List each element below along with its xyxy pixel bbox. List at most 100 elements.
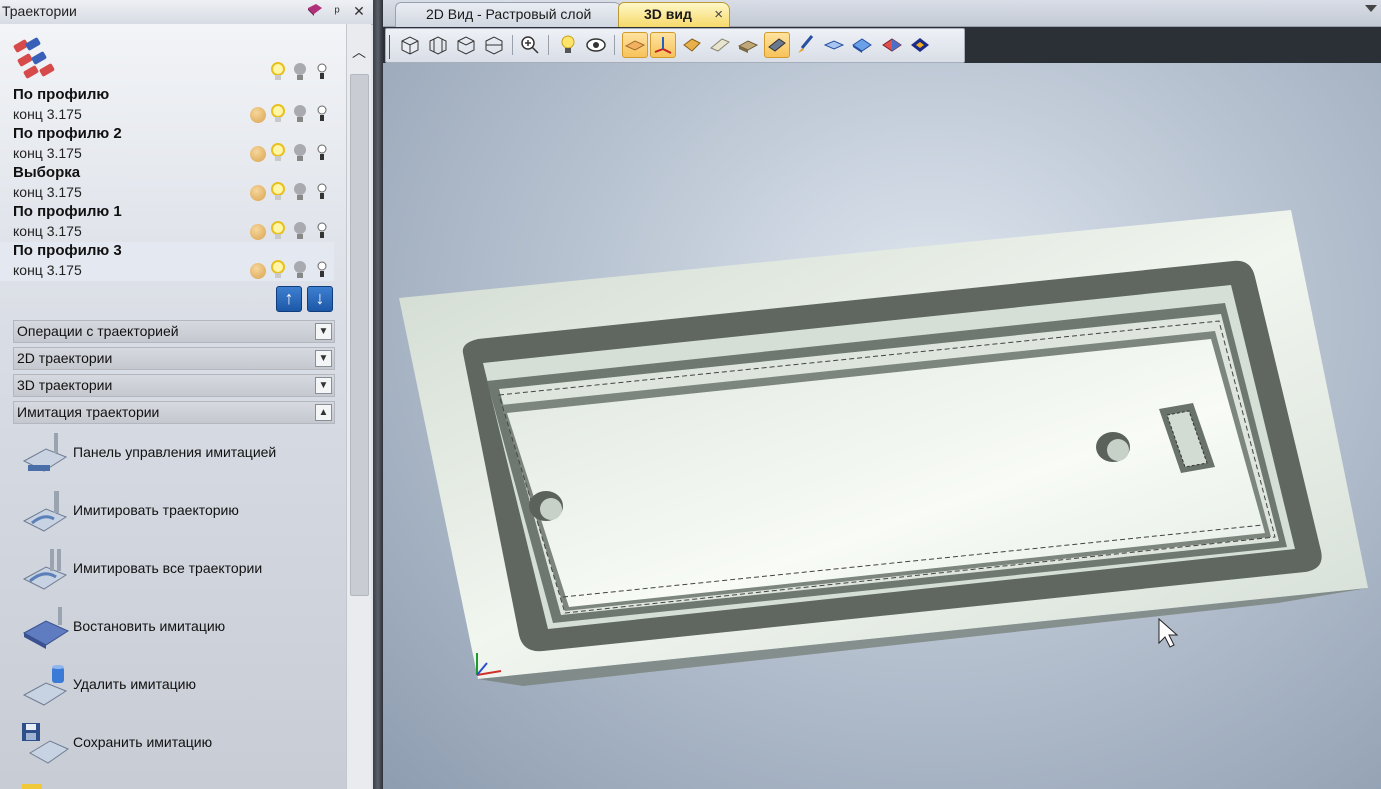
simulation-panel-button[interactable]: Панель управления имитацией <box>18 429 338 479</box>
show-layer-icon[interactable] <box>764 32 790 58</box>
bulb-on-icon[interactable] <box>270 221 286 241</box>
bulb-small-icon[interactable] <box>314 221 330 241</box>
toolpath-tool: конц 3.175 <box>13 223 82 239</box>
plane-icon[interactable] <box>822 33 846 57</box>
bulb-small-icon[interactable] <box>314 260 330 280</box>
tab-label: 2D Вид - Растровый слой <box>426 6 592 22</box>
toolpath-name: Выборка <box>13 164 81 181</box>
light-icon[interactable] <box>556 33 580 57</box>
side-view-icon[interactable] <box>482 33 506 57</box>
bulb-off-icon[interactable] <box>292 221 308 241</box>
simulate-toolpath-icon <box>22 491 68 532</box>
panel-scrollbar[interactable]: ︿ <box>346 24 371 789</box>
show-toolpath-icon[interactable] <box>708 33 732 57</box>
section-2d-toolpaths[interactable]: 2D траектории ▼ <box>13 347 335 370</box>
chevron-up-icon[interactable]: ︿ <box>351 44 367 60</box>
delete-simulation-icon <box>22 665 68 706</box>
toolbar-separator <box>614 35 615 55</box>
bulb-small-icon[interactable] <box>314 143 330 163</box>
bulb-on-icon[interactable] <box>270 260 286 280</box>
iso-view-icon[interactable] <box>398 33 422 57</box>
toolpath-color-icon[interactable] <box>250 224 266 240</box>
panel-title: Траектории <box>2 3 77 19</box>
top-view-icon[interactable] <box>454 33 478 57</box>
bulb-off-icon[interactable] <box>292 143 308 163</box>
save-simulation-button[interactable]: Сохранить имитацию <box>18 719 338 769</box>
section-toolpath-operations[interactable]: Операции с траекторией ▼ <box>13 320 335 343</box>
paint-icon[interactable] <box>794 33 818 57</box>
toolpath-item[interactable]: Выборка конц 3.175 <box>0 164 334 203</box>
bulb-off-icon[interactable] <box>292 104 308 124</box>
tab-strip: 2D Вид - Растровый слой 3D вид × <box>383 0 1381 27</box>
simulate-all-icon <box>22 549 68 590</box>
front-view-icon[interactable] <box>426 33 450 57</box>
bulb-off-icon[interactable] <box>292 260 308 280</box>
toolbar-grip[interactable] <box>389 35 390 59</box>
toolpaths-group-icon[interactable] <box>10 36 72 82</box>
bulb-on-icon[interactable] <box>270 143 286 163</box>
chevron-down-icon[interactable]: ▼ <box>315 350 332 367</box>
toolpath-item-selected[interactable]: По профилю 3 конц 3.175 <box>0 242 334 281</box>
toolpath-tool: конц 3.175 <box>13 145 82 161</box>
next-command-button[interactable] <box>18 776 338 789</box>
close-tab-icon[interactable]: × <box>714 3 723 26</box>
toolpath-color-icon[interactable] <box>250 263 266 279</box>
chevron-up-icon[interactable]: ▲ <box>315 404 332 421</box>
section-label: 3D траектории <box>17 377 113 393</box>
shaded-icon[interactable] <box>880 33 904 57</box>
panel-splitter[interactable] <box>373 0 383 789</box>
toolpath-item[interactable]: По профилю 1 конц 3.175 <box>0 203 334 242</box>
move-down-button[interactable]: ↓ <box>307 286 333 312</box>
command-label: Удалить имитацию <box>73 676 196 692</box>
zoom-fit-icon[interactable] <box>518 33 542 57</box>
bulb-off-icon[interactable] <box>292 182 308 202</box>
toolpath-name: По профилю 1 <box>13 203 122 220</box>
tab-2d-view[interactable]: 2D Вид - Растровый слой <box>395 2 622 27</box>
3d-viewport[interactable] <box>383 63 1381 789</box>
bulb-small-icon[interactable] <box>314 182 330 202</box>
show-relief-icon[interactable] <box>736 33 760 57</box>
wireframe-icon[interactable] <box>908 33 932 57</box>
toolpath-color-icon[interactable] <box>250 185 266 201</box>
simulation-panel-icon <box>22 433 68 472</box>
show-material-icon[interactable] <box>622 32 648 58</box>
toolpath-name: По профилю 2 <box>13 125 122 142</box>
toolpath-color-icon[interactable] <box>250 107 266 123</box>
section-label: Операции с траекторией <box>17 323 179 339</box>
restore-simulation-button[interactable]: Востановить имитацию <box>18 603 338 653</box>
toolbar-separator <box>548 35 549 55</box>
bulb-on-icon[interactable] <box>270 182 286 202</box>
toolpath-tool: конц 3.175 <box>13 184 82 200</box>
bulb-small-icon[interactable] <box>314 62 330 82</box>
toolpath-item[interactable]: По профилю 2 конц 3.175 <box>0 125 334 164</box>
toolpath-item[interactable]: По профилю конц 3.175 <box>0 86 334 125</box>
delete-simulation-button[interactable]: Удалить имитацию <box>18 661 338 711</box>
command-label: Востановить имитацию <box>73 618 226 634</box>
folder-icon <box>22 784 42 789</box>
bulb-on-icon[interactable] <box>270 104 286 124</box>
chevron-down-icon[interactable]: ▼ <box>315 323 332 340</box>
bulb-on-icon[interactable] <box>270 62 286 82</box>
section-3d-toolpaths[interactable]: 3D траектории ▼ <box>13 374 335 397</box>
chevron-down-icon[interactable]: ▼ <box>315 377 332 394</box>
view-toolbar <box>385 28 965 63</box>
section-toolpath-simulation[interactable]: Имитация траектории ▲ <box>13 401 335 424</box>
panel-menu-icon[interactable] <box>306 2 324 20</box>
scrollbar-thumb[interactable] <box>350 74 369 596</box>
show-model-icon[interactable] <box>680 33 704 57</box>
bulb-off-icon[interactable] <box>292 62 308 82</box>
simulate-toolpath-button[interactable]: Имитировать траекторию <box>18 487 338 537</box>
toolpath-tool: конц 3.175 <box>13 106 82 122</box>
simulate-all-button[interactable]: Имитировать все траектории <box>18 545 338 595</box>
close-icon[interactable]: ✕ <box>350 2 368 20</box>
toolpath-color-icon[interactable] <box>250 146 266 162</box>
move-up-button[interactable]: ↑ <box>276 286 302 312</box>
eye-view-icon[interactable] <box>584 33 608 57</box>
command-label: Сохранить имитацию <box>73 734 213 750</box>
render-icon[interactable] <box>850 33 874 57</box>
show-axes-icon[interactable] <box>650 32 676 58</box>
bulb-small-icon[interactable] <box>314 104 330 124</box>
tab-3d-view[interactable]: 3D вид × <box>618 2 730 27</box>
pin-icon[interactable]: ᵖ <box>328 2 346 20</box>
tab-list-dropdown-icon[interactable] <box>1365 5 1377 12</box>
